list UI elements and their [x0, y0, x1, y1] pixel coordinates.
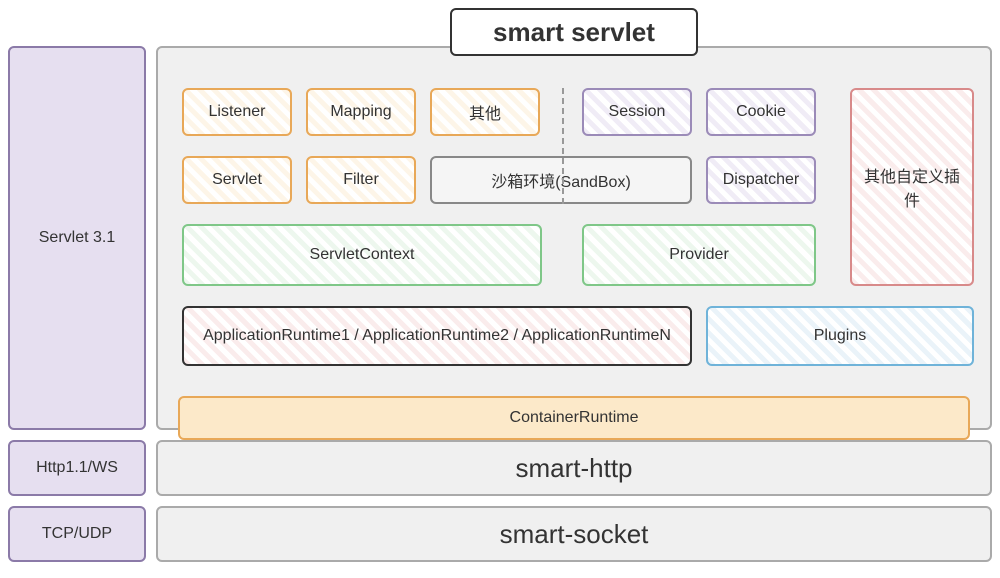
http-protocol-box: Http1.1/WS: [8, 440, 146, 496]
http-protocol-label: Http1.1/WS: [36, 459, 118, 477]
app-runtime-box: ApplicationRuntime1 / ApplicationRuntime…: [182, 306, 692, 366]
filter-label: Filter: [343, 171, 379, 189]
custom-plugins-label: 其他自定义插件: [860, 163, 964, 211]
container-runtime-label: ContainerRuntime: [510, 409, 639, 427]
session-label: Session: [609, 103, 666, 121]
custom-plugins-box: 其他自定义插件: [850, 88, 974, 286]
servlet-spec-box: Servlet 3.1: [8, 46, 146, 430]
divider-line: [562, 88, 564, 204]
servlet-box: Servlet: [182, 156, 292, 204]
provider-label: Provider: [669, 246, 729, 264]
dispatcher-box: Dispatcher: [706, 156, 816, 204]
smart-socket-box: smart-socket: [156, 506, 992, 562]
session-box: Session: [582, 88, 692, 136]
title-label: smart servlet: [493, 17, 655, 48]
servlet-context-box: ServletContext: [182, 224, 542, 286]
plugins-label: Plugins: [814, 327, 866, 345]
mapping-box: Mapping: [306, 88, 416, 136]
filter-box: Filter: [306, 156, 416, 204]
app-runtime-label: ApplicationRuntime1 / ApplicationRuntime…: [203, 327, 671, 345]
mapping-label: Mapping: [330, 103, 391, 121]
smart-socket-label: smart-socket: [500, 519, 649, 550]
smart-http-box: smart-http: [156, 440, 992, 496]
cookie-box: Cookie: [706, 88, 816, 136]
dispatcher-label: Dispatcher: [723, 171, 799, 189]
other-box: 其他: [430, 88, 540, 136]
title-box: smart servlet: [450, 8, 698, 56]
plugins-box: Plugins: [706, 306, 974, 366]
listener-box: Listener: [182, 88, 292, 136]
sandbox-box: 沙箱环境(SandBox): [430, 156, 692, 204]
servlet-spec-label: Servlet 3.1: [39, 229, 115, 247]
other-label: 其他: [469, 100, 501, 124]
cookie-label: Cookie: [736, 103, 786, 121]
provider-box: Provider: [582, 224, 816, 286]
transport-label: TCP/UDP: [42, 525, 112, 543]
smart-http-label: smart-http: [515, 453, 632, 484]
servlet-label: Servlet: [212, 171, 262, 189]
sandbox-label: 沙箱环境(SandBox): [491, 168, 631, 192]
servlet-context-label: ServletContext: [310, 246, 415, 264]
listener-label: Listener: [209, 103, 266, 121]
container-runtime-box: ContainerRuntime: [178, 396, 970, 440]
transport-box: TCP/UDP: [8, 506, 146, 562]
